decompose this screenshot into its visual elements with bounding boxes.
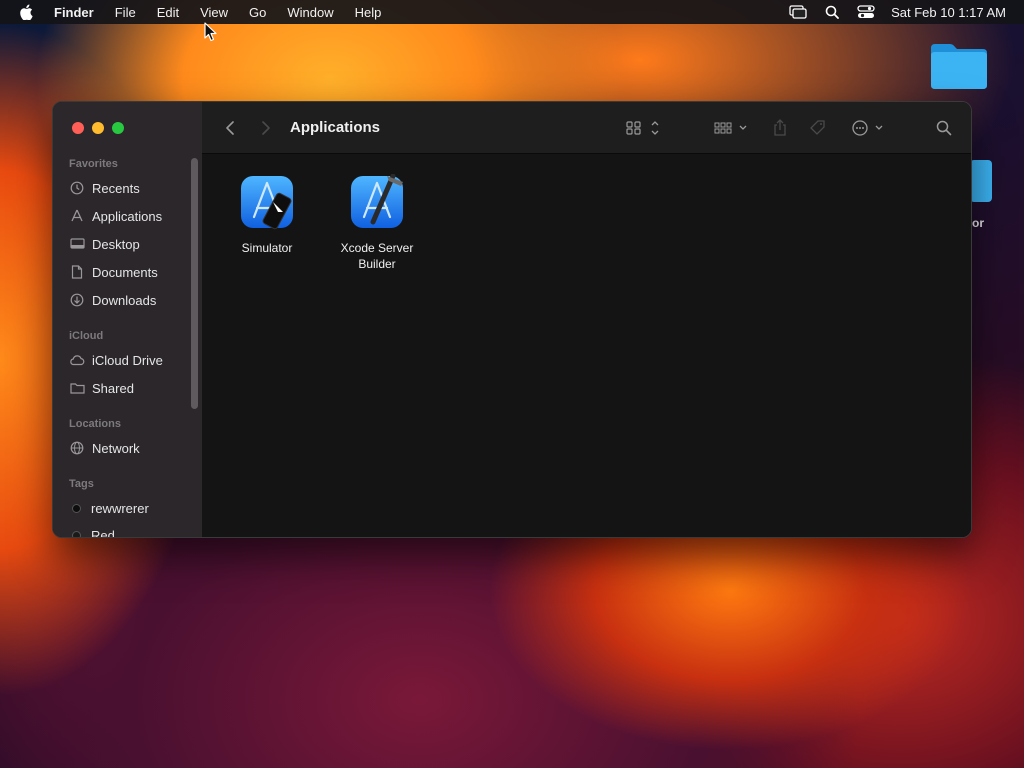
sidebar-item-desktop[interactable]: Desktop [68,234,140,254]
menu-help[interactable]: Help [355,5,382,20]
tag-color-icon [72,503,81,513]
zoom-button[interactable] [112,122,124,134]
sidebar-header-tags: Tags [69,478,94,490]
menu-edit[interactable]: Edit [157,5,179,20]
minimize-button[interactable] [92,122,104,134]
window-title: Applications [290,119,381,136]
sidebar-item-icloud-drive[interactable]: iCloud Drive [68,350,163,370]
xcode-server-builder-app-icon [349,173,405,230]
sidebar-item-downloads[interactable]: Downloads [68,290,156,310]
menu-finder[interactable]: Finder [54,5,94,20]
sidebar-header-icloud: iCloud [69,330,104,342]
sidebar-item-documents[interactable]: Documents [68,262,158,282]
menu-go[interactable]: Go [249,5,266,20]
spotlight-search-icon[interactable] [821,3,843,21]
cloud-icon [68,352,86,368]
menu-bar: Finder File Edit View Go Window Help Sat… [0,0,1024,24]
control-center-icon[interactable] [855,3,877,21]
globe-icon [68,440,86,456]
sidebar-item-label: Shared [92,380,134,396]
sidebar-item-label: Applications [92,208,163,224]
menu-window[interactable]: Window [287,5,333,20]
sidebar-item-label: Desktop [92,236,140,252]
file-item-simulator[interactable]: Simulator [219,174,315,256]
desktop-partial-label[interactable]: or [972,216,984,230]
search-icon[interactable] [934,118,954,138]
document-icon [68,264,86,280]
sidebar-item-network[interactable]: Network [68,438,140,458]
sidebar-item-label: iCloud Drive [92,352,163,368]
back-button[interactable] [222,118,238,138]
group-button[interactable] [712,118,752,138]
sidebar-scrollbar[interactable] [191,158,198,409]
sidebar-item-label: Network [92,440,140,456]
file-name: Simulator [241,241,293,255]
toolbar: Applications [202,102,971,154]
finder-window: Favorites Recents Applications Desktop D… [52,101,972,538]
sidebar-item-label: Documents [92,264,158,280]
mouse-cursor-icon [204,22,218,42]
sidebar-header-favorites: Favorites [69,158,118,170]
clock-icon [68,180,86,196]
sidebar-item-shared[interactable]: Shared [68,378,134,398]
sidebar-item-tag-red[interactable]: Red [68,525,115,538]
sidebar-item-recents[interactable]: Recents [68,178,140,198]
sidebar: Favorites Recents Applications Desktop D… [53,102,202,537]
file-name: Xcode Server Builder [340,241,414,271]
share-icon[interactable] [770,118,790,138]
apple-menu-icon[interactable] [19,4,35,20]
sidebar-item-label: Recents [92,180,140,196]
menu-file[interactable]: File [115,5,136,20]
sidebar-item-label: Red [91,527,115,538]
sidebar-item-label: Downloads [92,292,157,308]
tag-color-icon [72,530,81,537]
shared-folder-icon [68,380,86,396]
file-item-xcode-server-builder[interactable]: Xcode Server Builder [329,173,425,272]
tag-icon[interactable] [806,118,830,138]
sidebar-item-label: rewwrerer [91,500,149,516]
desktop-folder-icon[interactable] [928,40,990,92]
window-controls [72,122,124,134]
file-browser: Simulator Xcode Server Builder [202,154,971,537]
sidebar-header-locations: Locations [69,418,121,430]
simulator-app-icon [239,174,295,230]
desktop-icon [68,236,86,252]
menubar-clock[interactable]: Sat Feb 10 1:17 AM [891,5,1006,20]
close-button[interactable] [72,122,84,134]
menu-view[interactable]: View [200,5,228,20]
sidebar-item-applications[interactable]: Applications [68,206,162,226]
screen-mirroring-icon[interactable] [787,3,809,21]
view-mode-button[interactable] [624,118,664,138]
sidebar-item-tag[interactable]: rewwrerer [68,498,149,518]
download-icon [68,292,86,308]
applications-icon [68,208,86,224]
more-actions-button[interactable] [850,118,890,138]
forward-button[interactable] [258,118,274,138]
